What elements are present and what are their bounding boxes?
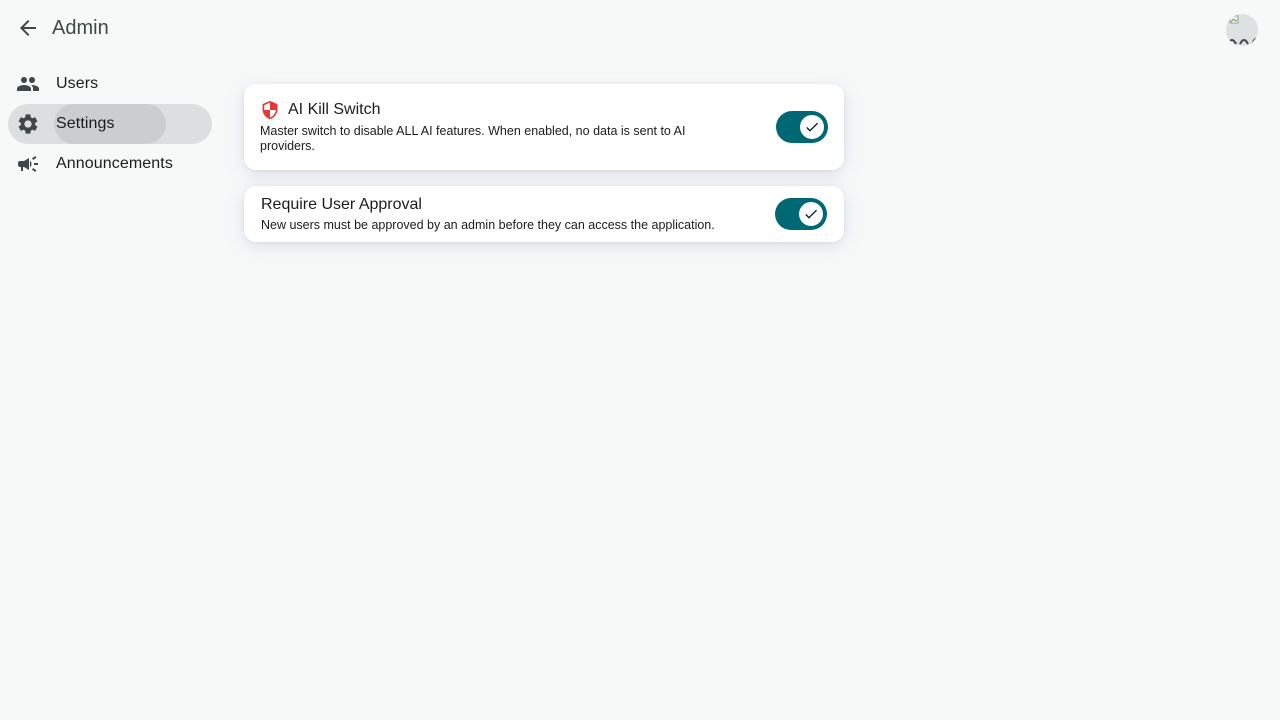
- back-button[interactable]: [12, 12, 44, 44]
- megaphone-icon: [16, 152, 40, 176]
- toggle-thumb: [800, 115, 824, 139]
- people-icon: [16, 72, 40, 96]
- check-icon: [806, 122, 818, 132]
- require-user-approval-toggle[interactable]: [775, 198, 827, 230]
- card-title: Require User Approval: [261, 196, 422, 213]
- arrow-back-icon: [20, 20, 36, 36]
- top-app-bar: Admin: [0, 0, 1280, 56]
- admin-app: Admin Users Settings Announcements AI Ki…: [0, 0, 1280, 720]
- card-title: AI Kill Switch: [288, 101, 381, 118]
- card-title-row: Require User Approval: [261, 196, 422, 214]
- ai-kill-switch-card: AI Kill Switch Master switch to disable …: [244, 84, 844, 170]
- require-user-approval-card: Require User Approval New users must be …: [244, 186, 844, 242]
- shield-icon: [262, 100, 278, 120]
- card-description: New users must be approved by an admin b…: [261, 218, 715, 232]
- sidebar-nav: Users Settings Announcements: [8, 64, 212, 184]
- broken-image-icon: [1226, 14, 1258, 46]
- avatar[interactable]: [1226, 14, 1258, 46]
- sidebar-item-label: Announcements: [56, 155, 173, 172]
- gear-icon: [16, 112, 40, 136]
- card-title-row: AI Kill Switch: [260, 100, 380, 120]
- ai-kill-switch-toggle[interactable]: [776, 111, 828, 143]
- sidebar-item-announcements[interactable]: Announcements: [8, 144, 212, 184]
- sidebar-item-label: Users: [56, 75, 99, 92]
- card-description: Master switch to disable ALL AI features…: [260, 124, 686, 153]
- check-icon: [805, 209, 817, 219]
- toggle-thumb: [799, 202, 823, 226]
- sidebar-item-settings[interactable]: Settings: [8, 104, 212, 144]
- sidebar-item-users[interactable]: Users: [8, 64, 212, 104]
- sidebar-item-label: Settings: [56, 115, 115, 132]
- page-title: Admin: [52, 17, 109, 39]
